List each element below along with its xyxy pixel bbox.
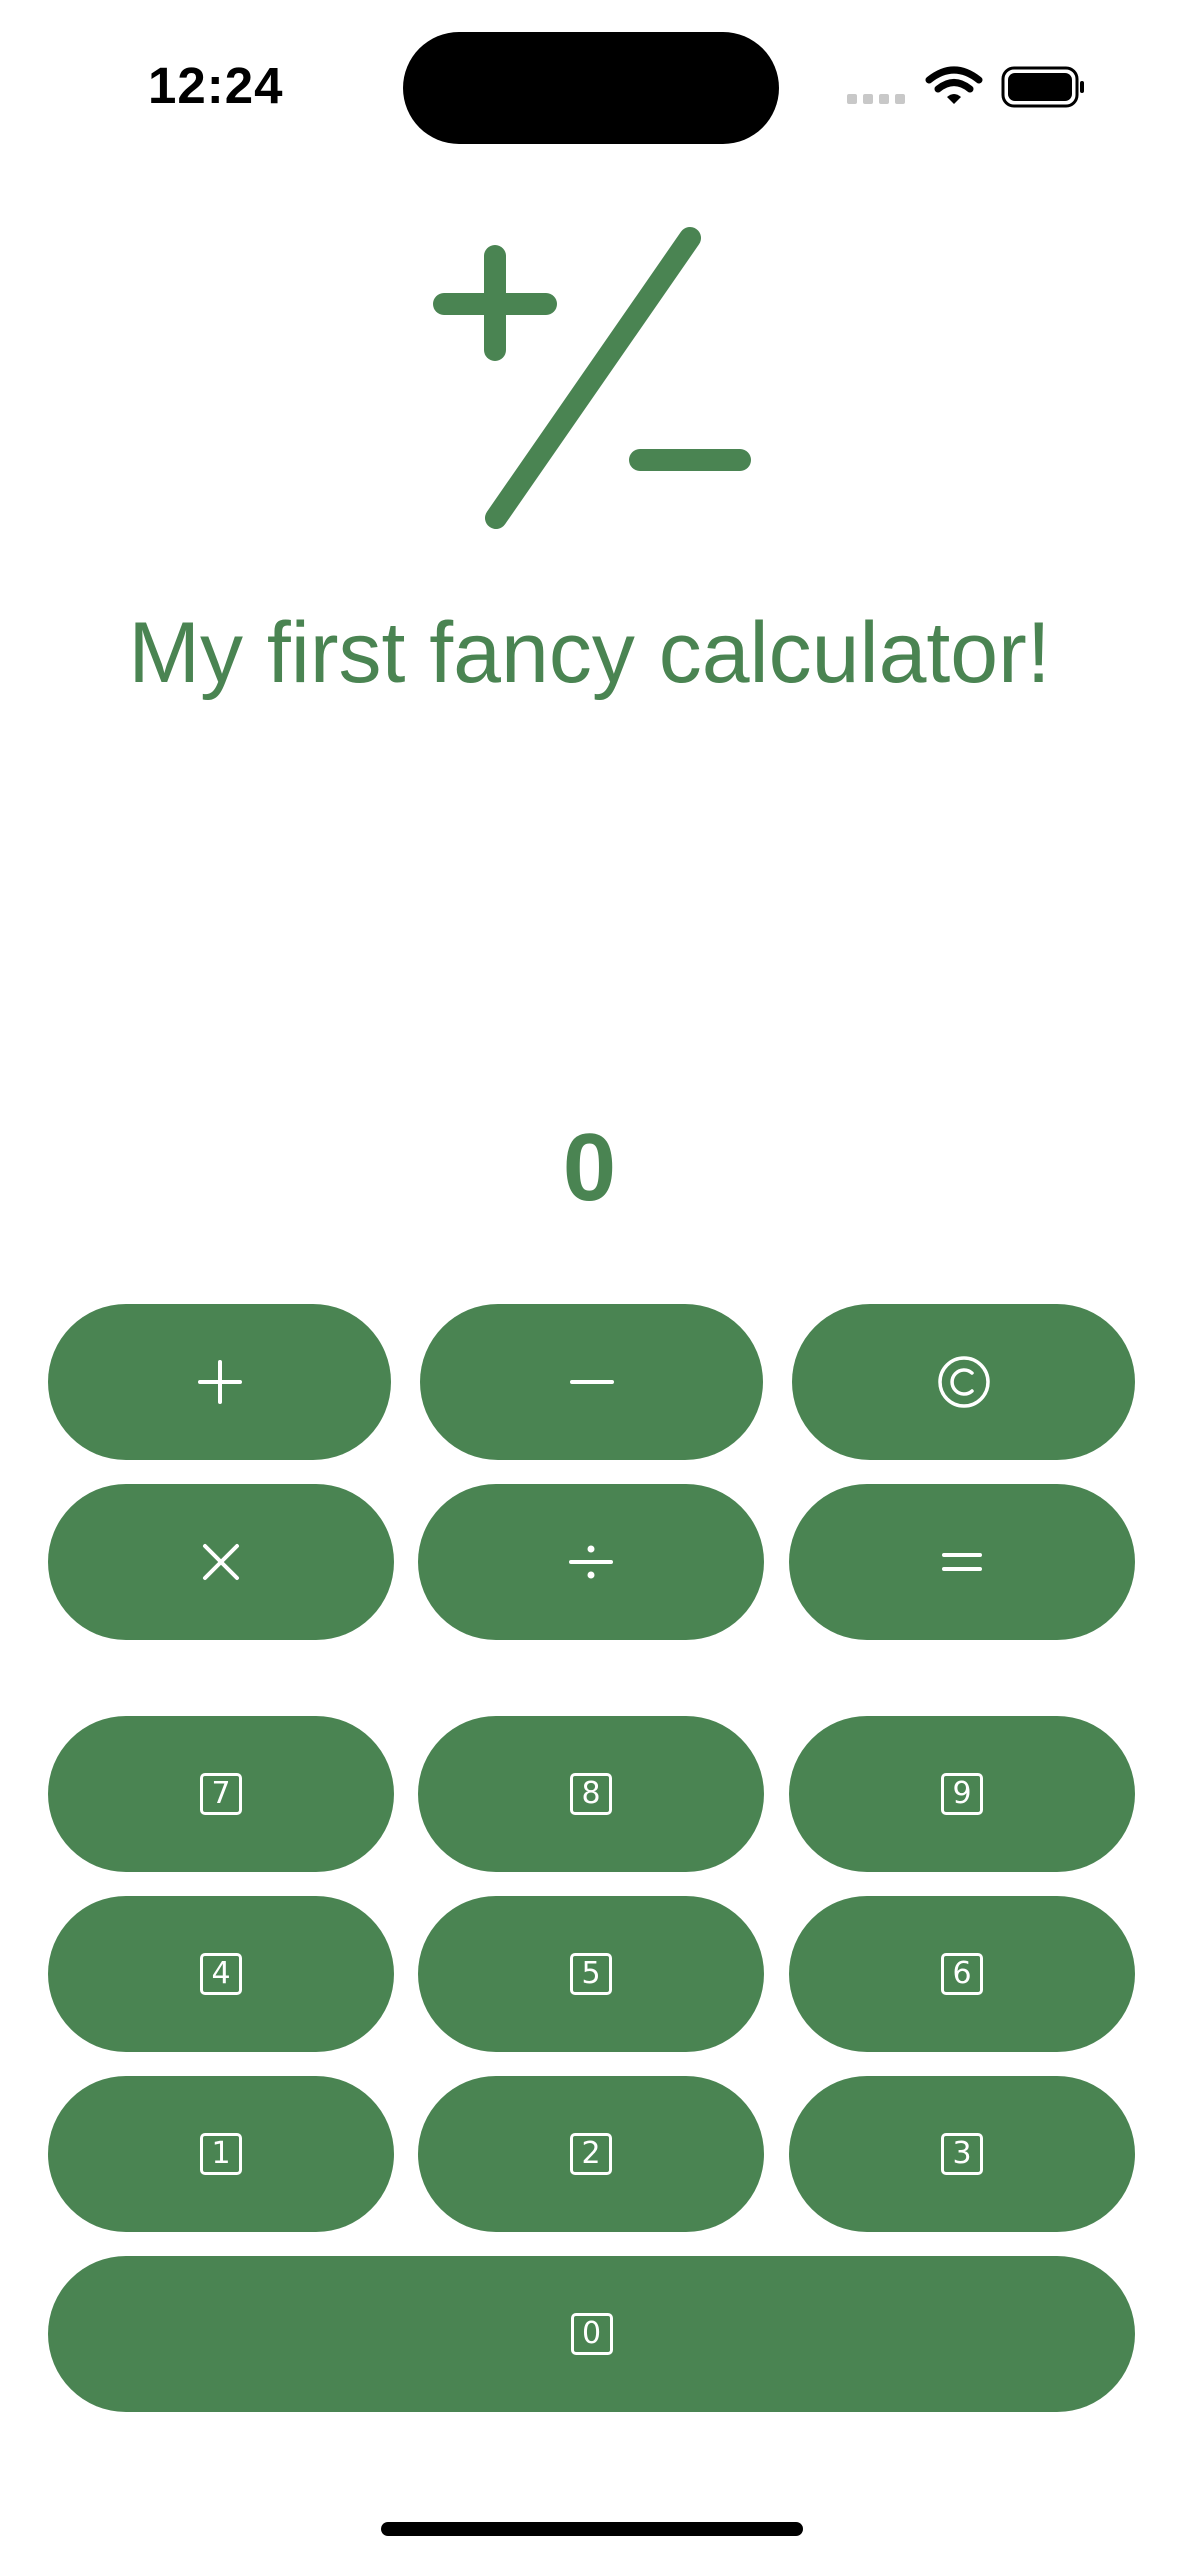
dynamic-island	[403, 32, 779, 144]
cellular-signal-icon	[847, 94, 905, 104]
digit-4-label: 4	[200, 1953, 242, 1995]
calculator-display: 0	[562, 1114, 617, 1221]
digit-6-label: 6	[941, 1953, 983, 1995]
multiply-icon	[203, 1544, 239, 1580]
digit-8-button[interactable]: 8	[418, 1716, 764, 1872]
wifi-icon	[925, 66, 983, 104]
minus-icon	[569, 1380, 614, 1384]
digit-5-label: 5	[570, 1953, 612, 1995]
digit-2-label: 2	[570, 2133, 612, 2175]
c-circle-icon	[937, 1356, 990, 1408]
minus-button[interactable]	[420, 1304, 763, 1460]
digit-4-button[interactable]: 4	[48, 1896, 394, 2052]
digit-9-label: 9	[941, 1773, 983, 1815]
divide-icon	[569, 1545, 613, 1579]
battery-icon	[1001, 66, 1084, 108]
divide-button[interactable]	[418, 1484, 764, 1640]
digit-1-button[interactable]: 1	[48, 2076, 394, 2232]
plus-icon	[197, 1360, 242, 1404]
equals-icon	[942, 1553, 982, 1571]
digit-0-button[interactable]: 0	[48, 2256, 1135, 2412]
digit-3-button[interactable]: 3	[789, 2076, 1135, 2232]
digit-7-button[interactable]: 7	[48, 1716, 394, 1872]
digit-9-button[interactable]: 9	[789, 1716, 1135, 1872]
clear-button[interactable]	[792, 1304, 1135, 1460]
multiply-button[interactable]	[48, 1484, 394, 1640]
equals-button[interactable]	[789, 1484, 1135, 1640]
digit-7-label: 7	[200, 1773, 242, 1815]
digit-6-button[interactable]: 6	[789, 1896, 1135, 2052]
status-bar-indicators	[845, 62, 1085, 112]
status-bar-time: 12:24	[148, 57, 284, 114]
digit-3-label: 3	[941, 2133, 983, 2175]
digit-8-label: 8	[570, 1773, 612, 1815]
digit-1-label: 1	[200, 2133, 242, 2175]
digit-2-button[interactable]: 2	[418, 2076, 764, 2232]
page-title: My first fancy calculator!	[128, 605, 1051, 701]
digit-5-button[interactable]: 5	[418, 1896, 764, 2052]
home-indicator[interactable]	[381, 2522, 803, 2536]
digit-0-label: 0	[570, 2313, 613, 2355]
plus-slash-minus-icon	[430, 218, 760, 538]
plus-button[interactable]	[48, 1304, 391, 1460]
